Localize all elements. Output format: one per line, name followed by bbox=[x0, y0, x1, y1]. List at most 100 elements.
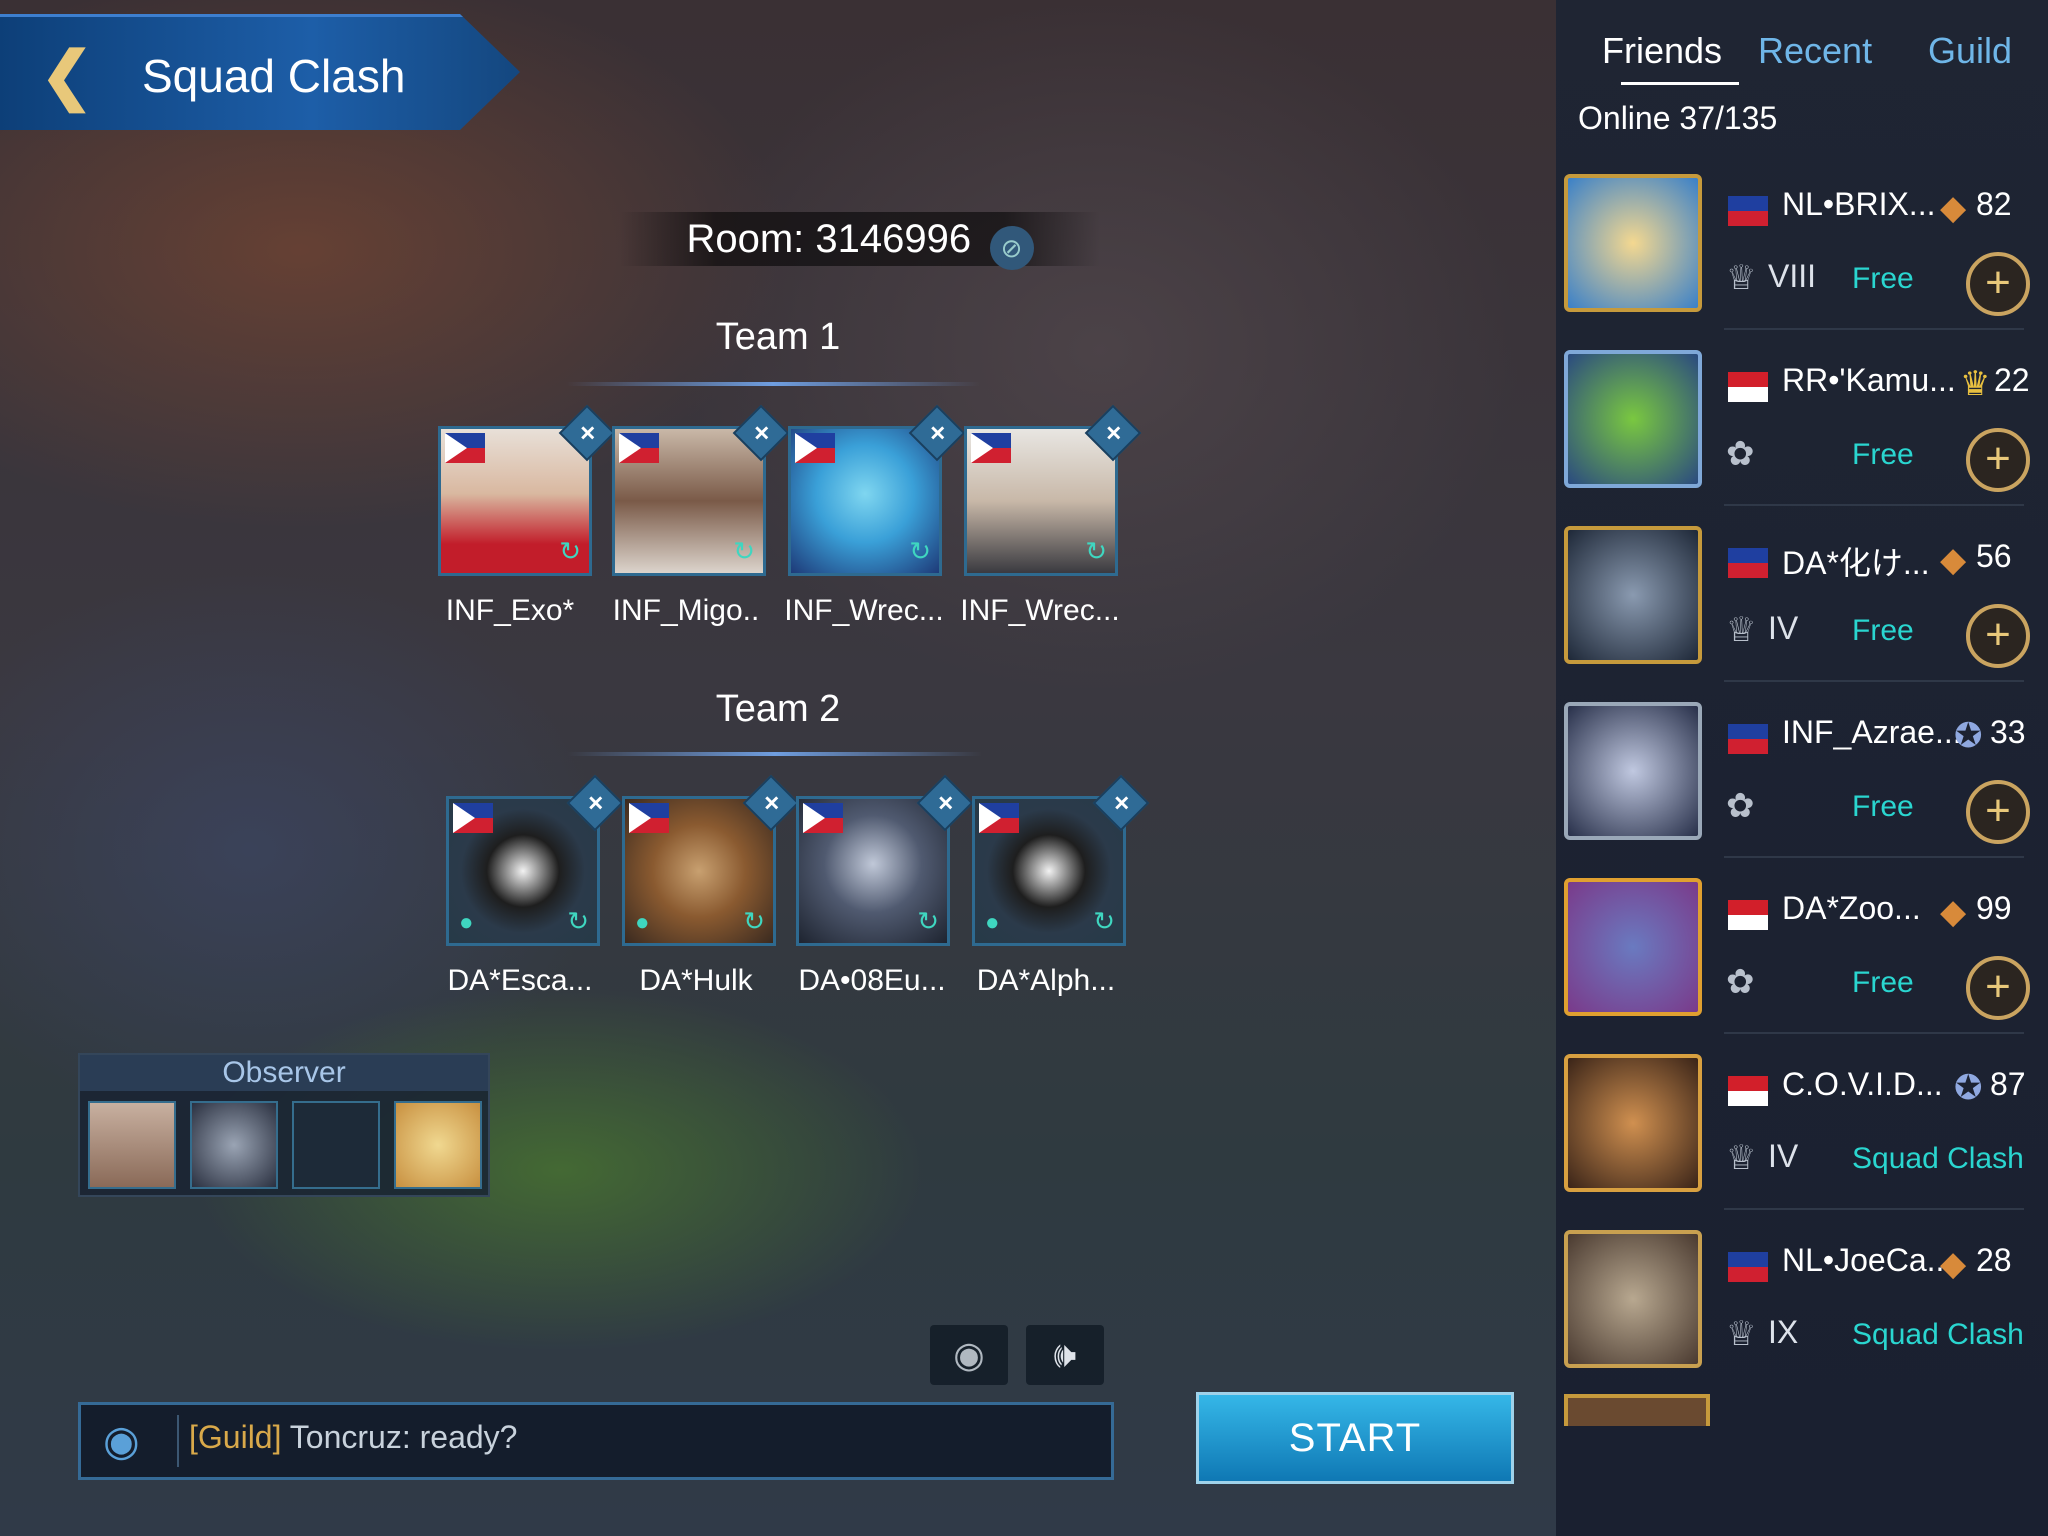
plus-icon: + bbox=[1985, 434, 2011, 483]
close-icon: × bbox=[1114, 787, 1130, 818]
friend-avatar bbox=[1564, 1230, 1702, 1368]
laurel-icon: ✿ bbox=[1726, 435, 1755, 473]
friend-item[interactable]: DA*化け... ◆ 56 ♕ IV Free + bbox=[1556, 516, 2048, 686]
back-button[interactable]: ❮ bbox=[40, 43, 94, 107]
team-1-title: Team 1 bbox=[715, 316, 841, 358]
plus-icon: + bbox=[1985, 786, 2011, 835]
laurel-icon: ✿ bbox=[1726, 787, 1755, 825]
friend-item[interactable]: NL•BRIX... ◆ 82 ♕ VIII Free + bbox=[1556, 164, 2048, 334]
invite-button[interactable]: + bbox=[1966, 780, 2030, 844]
friend-level: 82 bbox=[1976, 186, 2012, 222]
tab-friends[interactable]: Friends bbox=[1602, 30, 1722, 72]
crown-icon: ♕ bbox=[1726, 1315, 1757, 1353]
friend-item[interactable]: C.O.V.I.D... ✪ 87 ♕ IV Squad Clash bbox=[1556, 1044, 2048, 1214]
friend-tier: IV bbox=[1768, 610, 1799, 646]
team-1-divider bbox=[566, 382, 980, 386]
close-icon: × bbox=[938, 787, 954, 818]
friend-avatar bbox=[1564, 1054, 1702, 1192]
invite-button[interactable]: + bbox=[1966, 604, 2030, 668]
swap-icon: ↻ bbox=[1085, 536, 1107, 566]
page-title: Squad Clash bbox=[142, 50, 406, 102]
room-bar: Room: 3146996 ⊘ bbox=[620, 212, 1100, 270]
online-count: Online 37/135 bbox=[1578, 100, 1778, 136]
team-2-slot-4[interactable]: × ● ↻ bbox=[972, 774, 1150, 946]
friend-level: 22 bbox=[1994, 362, 2030, 398]
team-1-slot-1[interactable]: × ↻ bbox=[438, 404, 616, 576]
team-1-slot-2[interactable]: × ↻ bbox=[612, 404, 790, 576]
player-name: INF_Exo* bbox=[445, 594, 575, 627]
friend-tier: IV bbox=[1768, 1138, 1799, 1174]
chat-message: [Guild] Toncruz: ready? bbox=[189, 1419, 517, 1456]
ph-flag-icon bbox=[445, 433, 485, 463]
swap-icon: ↻ bbox=[909, 536, 931, 566]
chat-bubble-icon[interactable]: ◉ bbox=[103, 1415, 163, 1467]
close-icon: × bbox=[754, 417, 770, 448]
start-button[interactable]: START bbox=[1196, 1392, 1514, 1484]
header-banner: ❮ Squad Clash bbox=[0, 14, 520, 130]
observer-panel: Observer bbox=[78, 1053, 490, 1197]
friend-tier: IX bbox=[1768, 1314, 1799, 1350]
close-icon: × bbox=[580, 417, 596, 448]
friend-avatar bbox=[1564, 702, 1702, 840]
team-2-slot-2[interactable]: × ● ↻ bbox=[622, 774, 800, 946]
friend-item[interactable]: DA*Zoo... ◆ 99 ✿ Free + bbox=[1556, 868, 2048, 1038]
ph-flag-icon bbox=[619, 433, 659, 463]
friend-status: Free bbox=[1852, 966, 1914, 999]
plus-icon: + bbox=[1985, 962, 2011, 1011]
divider bbox=[1724, 856, 2024, 858]
ph-flag-icon bbox=[1728, 724, 1768, 754]
speaker-toggle-button[interactable]: 🕪 bbox=[1026, 1325, 1104, 1385]
ph-flag-icon bbox=[629, 803, 669, 833]
rank-badge-icon: ◆ bbox=[1940, 541, 1967, 579]
observer-slot-1[interactable] bbox=[88, 1101, 176, 1189]
friend-status: Squad Clash bbox=[1852, 1142, 2024, 1175]
divider bbox=[1724, 1208, 2024, 1210]
team-2-slot-3[interactable]: × ↻ bbox=[796, 774, 974, 946]
swap-icon: ↻ bbox=[559, 536, 581, 566]
friend-item[interactable]: RR•'Kamu... ♛ 22 ✿ Free + bbox=[1556, 340, 2048, 510]
friend-name: NL•BRIX... bbox=[1782, 186, 1936, 222]
friend-status: Free bbox=[1852, 790, 1914, 823]
sg-flag-icon bbox=[1728, 900, 1768, 930]
team-2-divider bbox=[568, 752, 982, 756]
tab-recent[interactable]: Recent bbox=[1758, 30, 1872, 72]
observer-slot-3[interactable] bbox=[292, 1101, 380, 1189]
mic-icon: ● bbox=[635, 909, 650, 936]
player-name: DA*Hulk bbox=[639, 964, 753, 997]
close-icon: × bbox=[588, 787, 604, 818]
friend-item[interactable]: INF_Azrae... ✪ 33 ✿ Free + bbox=[1556, 692, 2048, 862]
friend-level: 56 bbox=[1976, 538, 2012, 574]
chevron-left-icon: ❮ bbox=[40, 39, 94, 111]
player-name: DA*Alph... bbox=[976, 964, 1116, 997]
friend-level: 99 bbox=[1976, 890, 2012, 926]
friend-name: DA*化け... bbox=[1782, 545, 1930, 581]
friend-avatar bbox=[1564, 1394, 1710, 1426]
eye-hidden-icon[interactable]: ⊘ bbox=[989, 225, 1034, 270]
friend-item-partial bbox=[1564, 1394, 2024, 1426]
observer-slot-4[interactable] bbox=[394, 1101, 482, 1189]
speaker-icon: 🕪 bbox=[1053, 1334, 1077, 1375]
chat-bar[interactable]: ◉ [Guild] Toncruz: ready? bbox=[78, 1402, 1114, 1480]
invite-button[interactable]: + bbox=[1966, 956, 2030, 1020]
invite-button[interactable]: + bbox=[1966, 428, 2030, 492]
chat-channel: [Guild] bbox=[189, 1419, 282, 1455]
mic-toggle-button[interactable]: ◉ bbox=[930, 1325, 1008, 1385]
player-name: INF_Wrec... bbox=[960, 594, 1120, 627]
friend-avatar bbox=[1564, 174, 1702, 312]
friend-item[interactable]: NL•JoeCa... ◆ 28 ♕ IX Squad Clash bbox=[1556, 1220, 2048, 1390]
team-1-slot-3[interactable]: × ↻ bbox=[788, 404, 966, 576]
rank-badge-icon: ✪ bbox=[1954, 1069, 1983, 1107]
friend-level: 33 bbox=[1990, 714, 2026, 750]
swap-icon: ↻ bbox=[733, 536, 755, 566]
player-name: DA*Esca... bbox=[447, 964, 593, 997]
observer-slot-2[interactable] bbox=[190, 1101, 278, 1189]
tab-guild[interactable]: Guild bbox=[1928, 30, 2012, 72]
ph-flag-icon bbox=[1728, 548, 1768, 578]
chat-separator bbox=[177, 1415, 179, 1467]
team-1-slot-4[interactable]: × ↻ bbox=[964, 404, 1142, 576]
team-2-slot-1[interactable]: × ● ↻ bbox=[446, 774, 624, 946]
invite-button[interactable]: + bbox=[1966, 252, 2030, 316]
friend-status: Squad Clash bbox=[1852, 1318, 2024, 1351]
rank-badge-icon: ◆ bbox=[1940, 189, 1967, 227]
mic-icon: ● bbox=[985, 909, 1000, 936]
